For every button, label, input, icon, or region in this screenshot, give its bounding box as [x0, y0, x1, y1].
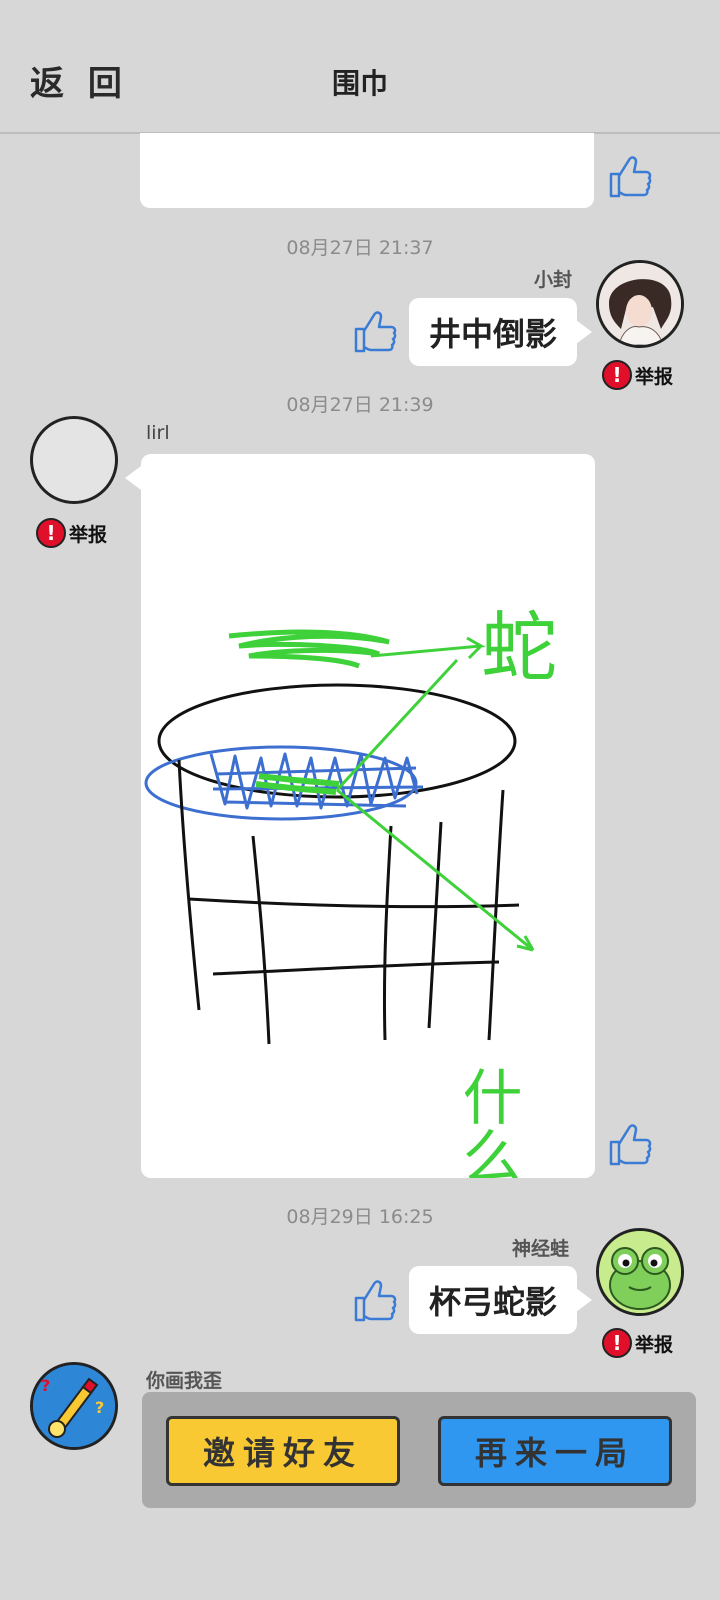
top-bar: 返 回 围巾 [0, 0, 720, 134]
invite-friends-button[interactable]: 邀请好友 [166, 1416, 400, 1486]
report-exclamation-icon: ! [36, 518, 66, 548]
avatar[interactable] [596, 260, 684, 348]
timestamp: 08月27日 21:39 [286, 394, 434, 416]
username: 神经蛙 [512, 1238, 570, 1260]
message-text: 杯弓蛇影 [428, 1283, 557, 1321]
avatar[interactable] [30, 416, 118, 504]
report-button[interactable]: ! 举报 [36, 518, 107, 548]
report-button[interactable]: ! 举报 [602, 360, 673, 390]
username: 你画我歪 [146, 1370, 223, 1392]
thumbs-up-icon[interactable] [603, 1118, 653, 1170]
username: lirl [146, 422, 170, 444]
message-text: 井中倒影 [428, 315, 557, 353]
game-action-card: 邀请好友 再来一局 [142, 1392, 696, 1508]
message-bubble: 杯弓蛇影 [409, 1266, 577, 1334]
username: 小封 [534, 269, 573, 291]
svg-text:?: ? [95, 1398, 104, 1417]
thumbs-up-icon[interactable] [348, 305, 398, 357]
game-logo-avatar: ? ? [30, 1362, 118, 1450]
thumbs-up-icon[interactable] [348, 1274, 398, 1326]
sketch-label-snake: 蛇 [481, 603, 557, 692]
sketch-label-what: 什么 [452, 1066, 522, 1178]
play-again-button[interactable]: 再来一局 [438, 1416, 672, 1486]
report-button[interactable]: ! 举报 [602, 1328, 673, 1358]
avatar[interactable] [596, 1228, 684, 1316]
drawing-bubble[interactable]: 蛇 什么 [141, 454, 595, 1186]
sketch-drawing: 蛇 什么 [144, 603, 557, 1186]
svg-text:?: ? [41, 1376, 50, 1395]
timestamp: 08月29日 16:25 [286, 1206, 434, 1228]
bubble-tail [576, 320, 592, 344]
report-exclamation-icon: ! [602, 360, 632, 390]
report-exclamation-icon: ! [602, 1328, 632, 1358]
message-bubble: 井中倒影 [409, 298, 577, 366]
page-title: 围巾 [331, 67, 388, 100]
bubble-tail [125, 466, 141, 490]
bubble-tail [576, 1288, 592, 1312]
previous-message-bubble [140, 133, 594, 208]
thumbs-up-icon[interactable] [603, 150, 653, 202]
timestamp: 08月27日 21:37 [286, 237, 434, 259]
